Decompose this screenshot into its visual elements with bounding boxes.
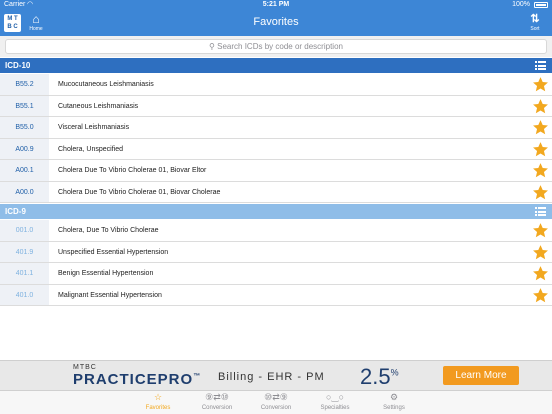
icd-description: Malignant Essential Hypertension (58, 291, 162, 299)
icd-description: Cholera, Due To Vibrio Cholerae (58, 227, 159, 234)
learn-more-button[interactable]: Learn More (443, 366, 519, 385)
search-icon: ⚲ (209, 42, 215, 51)
icd-description: Visceral Leishmaniasis (58, 124, 130, 131)
search-input[interactable]: ⚲ Search ICDs by code or description (5, 39, 547, 54)
icd-description: Mucocutaneous Leishmaniasis (58, 81, 154, 88)
icd-list-row[interactable]: 001.0 Cholera, Due To Vibrio Cholerae (0, 220, 552, 242)
favorite-star-icon[interactable] (532, 162, 549, 179)
ad-banner[interactable]: MTBC PRACTICEPRO™ Billing - EHR - PM 2.5… (0, 360, 552, 390)
icd9-section-label: ICD-9 (5, 207, 26, 216)
icd-list-row[interactable]: 401.0 Malignant Essential Hypertension (0, 284, 552, 306)
icd-list-row[interactable]: B55.2 Mucocutaneous Leishmaniasis (0, 74, 552, 96)
icd-code: A00.0 (0, 181, 49, 202)
favorite-star-icon[interactable] (532, 119, 549, 136)
tab-label: Settings (383, 405, 405, 411)
ad-tagline: Billing - EHR - PM (218, 371, 325, 383)
tab-settings[interactable]: ⚙ Settings (369, 391, 419, 414)
icd-code: B55.1 (0, 95, 49, 116)
icd-description: Cholera Due To Vibrio Cholerae 01, Biova… (58, 188, 221, 196)
gear-icon: ⚙ (389, 392, 399, 402)
tab-favorites[interactable]: ☆ Favorites (133, 391, 183, 414)
search-placeholder: Search ICDs by code or description (217, 42, 343, 51)
icd-description: Unspecified Essential Hypertension (58, 248, 169, 256)
favorite-star-icon[interactable] (532, 184, 549, 201)
tab-label: Conversion (201, 405, 233, 411)
icd-code: 401.1 (0, 263, 49, 284)
sort-button[interactable]: ⇅ Sort (526, 13, 544, 35)
tab-specialties[interactable]: ○‿○ Specialties (310, 391, 360, 414)
icd-list-row[interactable]: B55.1 Cutaneous Leishmaniasis (0, 95, 552, 117)
icd-code: B55.0 (0, 117, 49, 138)
favorite-star-icon[interactable] (532, 222, 549, 239)
icd-list-row[interactable]: 401.1 Benign Essential Hypertension (0, 263, 552, 285)
icd-description: Cutaneous Leishmaniasis (58, 102, 139, 110)
favorite-star-icon[interactable] (532, 265, 549, 282)
ad-percent: 2.5% (360, 364, 399, 389)
clock: 5:21 PM (262, 1, 290, 8)
favorite-star-icon[interactable] (532, 244, 549, 261)
page-title: Favorites (253, 16, 299, 28)
sort-label: Sort (530, 26, 540, 32)
battery-percent: 100% (512, 1, 530, 8)
icd-description: Benign Essential Hypertension (58, 270, 154, 277)
icd-list-row[interactable]: A00.9 Cholera, Unspecified (0, 138, 552, 160)
icd-description: Cholera, Unspecified (58, 145, 123, 153)
icd-list-row[interactable]: 401.9 Unspecified Essential Hypertension (0, 241, 552, 263)
icd-list-row[interactable]: A00.1 Cholera Due To Vibrio Cholerae 01, … (0, 160, 552, 182)
star-outline-icon: ☆ (153, 392, 163, 402)
icd10-section-label: ICD-10 (5, 61, 31, 70)
search-bar: ⚲ Search ICDs by code or description (0, 36, 552, 57)
icd10-section-header: ICD-10 (0, 58, 552, 73)
favorite-star-icon[interactable] (532, 98, 549, 115)
tab-conversion-9-to-10[interactable]: ⑨⇄⑩ Conversion (192, 391, 242, 414)
nav-bar: M TB C ⌂ Home Favorites ⇅ Sort (0, 10, 552, 36)
sort-icon: ⇅ (530, 13, 540, 25)
favorite-star-icon[interactable] (532, 141, 549, 158)
icd-list-row[interactable]: A00.0 Cholera Due To Vibrio Cholerae 01, … (0, 181, 552, 203)
icd-code: A00.1 (0, 160, 49, 181)
icd-code: 401.0 (0, 284, 49, 305)
tab-conversion-10-to-9[interactable]: ⑩⇄⑨ Conversion (251, 391, 301, 414)
icd-code: 001.0 (0, 220, 49, 241)
tab-bar: ☆ Favorites ⑨⇄⑩ Conversion ⑩⇄⑨ Conversio… (0, 390, 552, 414)
icd-code: A00.9 (0, 138, 49, 159)
favorite-star-icon[interactable] (532, 76, 549, 93)
icd-list-row[interactable]: B55.0 Visceral Leishmaniasis (0, 117, 552, 139)
icd-description: Cholera Due To Vibrio Cholerae 01, Biova… (58, 167, 207, 174)
ad-mtbc: MTBC (73, 364, 97, 371)
battery-icon (534, 2, 548, 8)
list-menu-icon[interactable] (535, 207, 546, 216)
icd10-to-icd9-icon: ⑩⇄⑨ (264, 392, 288, 402)
icd9-to-icd10-icon: ⑨⇄⑩ (205, 392, 229, 402)
tab-label: Favorites (145, 405, 171, 411)
icd-code: B55.2 (0, 74, 49, 95)
list-menu-icon[interactable] (535, 61, 546, 70)
tab-label: Specialties (320, 405, 350, 411)
favorite-star-icon[interactable] (532, 287, 549, 304)
tab-label: Conversion (260, 405, 292, 411)
icd-code: 401.9 (0, 241, 49, 262)
icd9-section-header: ICD-9 (0, 204, 552, 219)
status-bar: Carrier ◠ 5:21 PM 100% (0, 0, 552, 10)
ad-brand: PRACTICEPRO™ (73, 371, 202, 388)
glasses-icon: ○‿○ (325, 392, 345, 402)
